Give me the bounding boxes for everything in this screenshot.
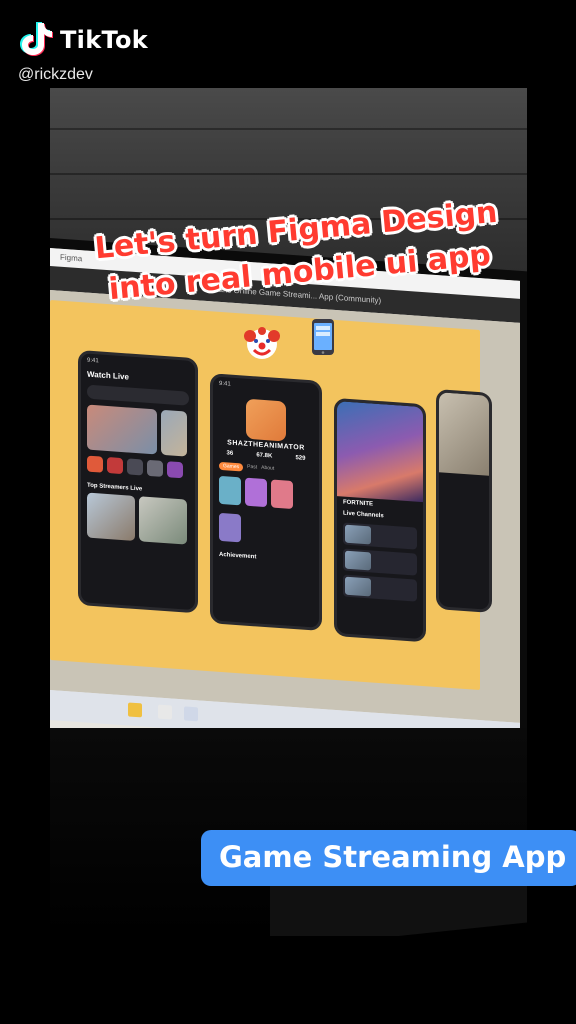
streamer-card [87,492,135,541]
channel-row [343,574,417,602]
game-icon [107,456,123,475]
channel-thumbnail [345,550,371,571]
phone-search-bar [87,384,189,406]
tab-games: Games [219,461,244,472]
wall-line [50,128,527,130]
phone-mockup-watch-live: 9:41 Watch Live Top Streamers Live [78,349,198,614]
game-icon [167,461,183,479]
phone-status-time: 9:41 [219,380,231,388]
phone-mockup-stream [436,388,492,613]
channel-row [343,548,417,576]
stream-preview [439,392,489,476]
tab-about: About [261,464,275,472]
game-icon [147,459,163,477]
title-badge-label: Game Streaming App [219,840,567,874]
wall-line [50,173,527,175]
stat-value: 36 [226,450,234,457]
folder-icon [128,702,142,718]
tab-past: Past [247,463,258,471]
game-icon [127,458,143,476]
creator-username: @rickzdev [18,66,93,83]
stat-value: 529 [295,455,306,462]
game-tile [219,475,241,506]
phone-mockup-game: FORTNITE Live Channels [334,397,426,643]
app-icon [184,706,198,722]
game-tile [271,479,293,509]
channel-thumbnail [345,524,371,545]
channel-thumbnail [345,576,371,597]
figma-canvas: 9:41 Watch Live Top Streamers Live 9:41 … [50,290,520,723]
channel-row [343,522,417,550]
stat-value: 67.8K [256,452,273,460]
tiktok-brand: TikTok [60,26,148,54]
app-icon [158,704,172,720]
game-hero-image [337,401,423,503]
game-icon [87,455,103,473]
game-tile [219,512,241,543]
phone-mockup-profile: 9:41 SHAZTHEANIMATOR 36 67.8K 529 Games … [210,373,322,632]
stream-thumbnail [87,404,157,455]
streamer-card [139,496,187,545]
stream-thumbnail [161,409,187,457]
monitor-screen: Figma Drafts Online Game Streami... App … [50,248,520,781]
avatar [246,398,286,442]
mobile-phone-icon [312,319,334,355]
clown-face-icon [244,327,280,359]
game-tile [245,477,267,508]
tiktok-logo-icon [20,22,53,56]
